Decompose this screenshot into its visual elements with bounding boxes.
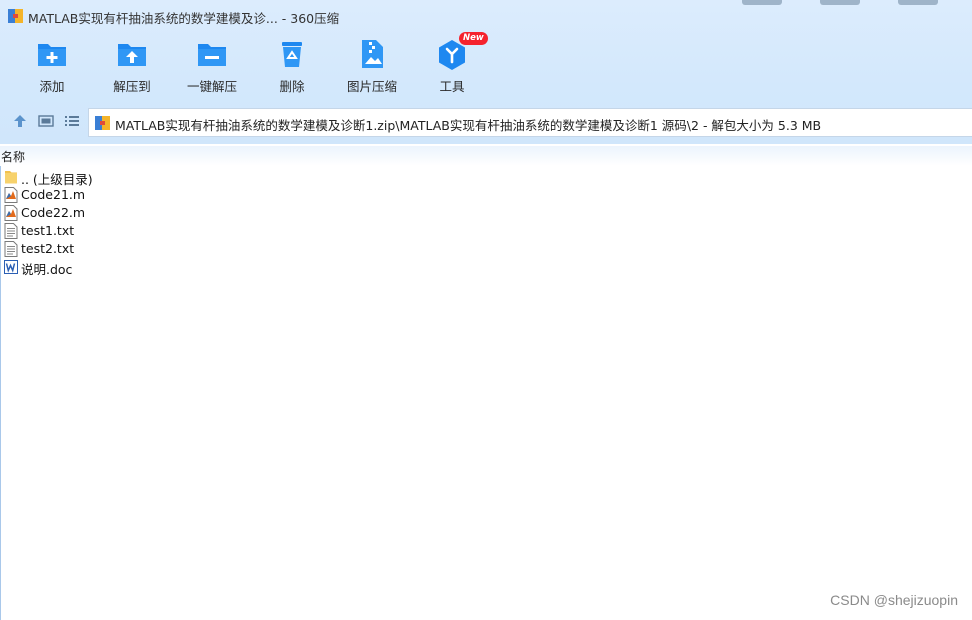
list-item-parent-dir[interactable]: .. (上级目录) xyxy=(0,168,300,187)
new-badge: New xyxy=(459,32,488,45)
folder-upload-icon xyxy=(118,44,146,66)
up-arrow-icon[interactable] xyxy=(11,112,29,130)
image-compress-button-label: 图片压缩 xyxy=(346,79,397,94)
list-item[interactable]: test1.txt xyxy=(0,222,300,240)
window-control-left[interactable] xyxy=(742,0,782,5)
add-button[interactable]: 添加 xyxy=(14,34,90,98)
address-bar[interactable]: MATLAB实现有杆抽油系统的数学建模及诊断1.zip\MATLAB实现有杆抽油… xyxy=(88,108,972,137)
list-item[interactable]: 说明.doc xyxy=(0,258,300,277)
archive-path: MATLAB实现有杆抽油系统的数学建模及诊断1.zip\MATLAB实现有杆抽油… xyxy=(115,115,821,134)
delete-button[interactable]: 删除 xyxy=(254,34,330,98)
archive-path-text: MATLAB实现有杆抽油系统的数学建模及诊断1.zip\MATLAB实现有杆抽油… xyxy=(115,118,699,133)
extract-to-button[interactable]: 解压到 xyxy=(94,34,170,98)
extract-to-button-label: 解压到 xyxy=(113,79,151,94)
list-view-icon[interactable] xyxy=(63,112,81,130)
folder-plus-icon xyxy=(38,44,66,66)
delete-button-label: 删除 xyxy=(279,79,305,94)
toolbar: 添加 解压到 一键解压 删除 图片压缩 New 工具 xyxy=(0,32,972,100)
window-control-middle[interactable] xyxy=(820,0,860,5)
list-item[interactable]: test2.txt xyxy=(0,240,300,258)
tools-button-label: 工具 xyxy=(439,79,465,94)
file-list: .. (上级目录) Code21.m Code22.m test1.txt te… xyxy=(0,168,600,277)
app-logo-icon xyxy=(8,9,23,23)
list-column-header: 名称 xyxy=(0,146,972,166)
one-click-extract-button[interactable]: 一键解压 xyxy=(174,34,250,98)
list-item[interactable]: Code22.m xyxy=(0,204,300,222)
image-zip-icon xyxy=(362,40,383,68)
tools-button[interactable]: New 工具 xyxy=(414,32,490,98)
one-click-extract-button-label: 一键解压 xyxy=(186,79,237,94)
image-compress-button[interactable]: 图片压缩 xyxy=(334,34,410,98)
matlab-file-icon xyxy=(4,187,18,203)
window-title: MATLAB实现有杆抽油系统的数学建模及诊... - 360压缩 xyxy=(28,11,340,26)
app-window: MATLAB实现有杆抽油系统的数学建模及诊... - 360压缩 添加 解压到 … xyxy=(0,0,972,620)
file-name: 说明.doc xyxy=(21,262,73,277)
recycle-bin-icon xyxy=(282,42,302,67)
window-control-right[interactable] xyxy=(898,0,938,5)
navigation-bar: MATLAB实现有杆抽油系统的数学建模及诊断1.zip\MATLAB实现有杆抽油… xyxy=(0,106,972,137)
file-name: Code21.m xyxy=(21,187,86,202)
list-item[interactable]: Code21.m xyxy=(0,186,300,204)
text-file-icon xyxy=(4,223,18,239)
word-doc-icon xyxy=(4,260,18,274)
add-button-label: 添加 xyxy=(39,79,65,94)
archive-icon xyxy=(95,116,110,130)
watermark: CSDN @shejizuopin xyxy=(830,592,958,608)
file-name: Code22.m xyxy=(21,205,86,220)
folder-icon xyxy=(5,171,17,184)
title-bar: MATLAB实现有杆抽油系统的数学建模及诊... - 360压缩 xyxy=(0,0,972,32)
column-name-header[interactable]: 名称 xyxy=(1,148,25,165)
unpacked-size-text: - 解包大小为 5.3 MB xyxy=(698,118,822,133)
window-chrome: MATLAB实现有杆抽油系统的数学建模及诊... - 360压缩 添加 解压到 … xyxy=(0,0,972,144)
thumbnail-view-icon[interactable] xyxy=(37,112,55,130)
file-name: test2.txt xyxy=(21,241,75,256)
text-file-icon xyxy=(4,241,18,257)
file-name: test1.txt xyxy=(21,223,75,238)
folder-minus-icon xyxy=(198,44,226,66)
matlab-file-icon xyxy=(4,205,18,221)
